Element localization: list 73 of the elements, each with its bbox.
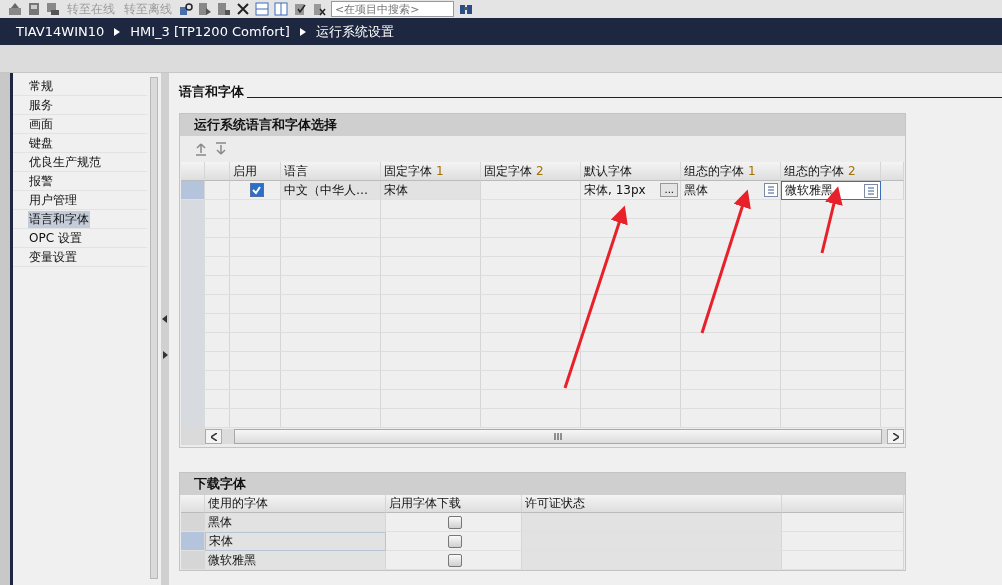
help-icon[interactable] xyxy=(179,2,193,16)
device-icon[interactable] xyxy=(27,2,41,16)
table-cell[interactable]: 宋体 xyxy=(205,532,386,551)
scrollbar[interactable] xyxy=(150,77,158,579)
table-cell: 中文（中华人… xyxy=(281,181,381,200)
breadcrumb-item[interactable]: 运行系统设置 xyxy=(315,22,394,41)
splitter-handle[interactable] xyxy=(161,73,169,585)
chevron-right-icon xyxy=(299,27,306,36)
chevron-right-icon xyxy=(892,432,899,441)
column-header[interactable]: 组态的字体 2 xyxy=(781,162,881,181)
breadcrumb-item[interactable]: HMI_3 [TP1200 Comfort] xyxy=(130,24,290,39)
column-header[interactable]: 组态的字体 1 xyxy=(681,162,781,181)
expand-right-icon[interactable] xyxy=(163,351,168,359)
checkbox[interactable] xyxy=(448,515,462,529)
delete-icon[interactable] xyxy=(312,2,326,16)
binoculars-icon[interactable] xyxy=(459,2,473,16)
table-cell[interactable]: 黑体 xyxy=(205,513,386,532)
table-row[interactable]: 黑体 xyxy=(181,513,904,532)
table-cell[interactable]: 微软雅黑 xyxy=(205,551,386,570)
table-cell: 宋体 xyxy=(381,181,481,200)
column-header[interactable]: 许可证状态 xyxy=(522,495,782,513)
runtime-icon[interactable] xyxy=(46,2,60,16)
nav-item[interactable]: 用户管理 xyxy=(28,191,78,209)
grip-icon xyxy=(554,433,562,440)
panel-title: 运行系统语言和字体选择 xyxy=(194,116,337,134)
panel-title: 下载字体 xyxy=(194,475,246,493)
table-row[interactable]: 微软雅黑 xyxy=(181,551,904,570)
nav-item[interactable]: 变量设置 xyxy=(28,248,78,266)
nav-item[interactable]: 优良生产规范 xyxy=(28,153,102,171)
column-header[interactable]: 使用的字体 xyxy=(205,495,386,513)
breadcrumb-item[interactable]: TIAV14WIN10 xyxy=(16,24,105,39)
nav-item[interactable]: OPC 设置 xyxy=(28,229,83,247)
check-icon[interactable] xyxy=(293,2,307,16)
nav-item[interactable]: 报警 xyxy=(28,172,54,190)
column-header[interactable]: 固定字体 2 xyxy=(481,162,581,181)
column-header[interactable]: 固定字体 1 xyxy=(381,162,481,181)
checkbox[interactable] xyxy=(249,183,264,197)
split-horizontal-icon[interactable] xyxy=(255,2,269,16)
split-vertical-icon[interactable] xyxy=(274,2,288,16)
browse-button[interactable]: ... xyxy=(660,183,678,197)
checkbox[interactable] xyxy=(448,553,462,567)
column-header[interactable]: 启用字体下载 xyxy=(386,495,522,513)
scroll-right-button[interactable] xyxy=(887,429,904,444)
scrollbar-corner xyxy=(181,428,205,445)
font-field[interactable]: 微软雅黑 xyxy=(781,181,881,200)
table-row[interactable]: 宋体 xyxy=(181,532,904,551)
table-cell: 宋体, 13px xyxy=(584,181,646,199)
scroll-left-button[interactable] xyxy=(205,429,222,444)
collapse-left-icon[interactable] xyxy=(162,315,167,323)
column-header[interactable]: 启用 xyxy=(230,162,281,181)
nav-item[interactable]: 常规 xyxy=(28,77,54,95)
nav-item[interactable]: 画面 xyxy=(28,115,54,133)
column-header[interactable]: 默认字体 xyxy=(581,162,681,181)
upload-icon[interactable] xyxy=(8,2,22,16)
stop-icon[interactable] xyxy=(217,2,231,16)
section-title: 语言和字体 xyxy=(179,83,244,101)
checkbox[interactable] xyxy=(448,534,462,548)
play-icon[interactable] xyxy=(198,2,212,16)
close-icon[interactable] xyxy=(236,2,250,16)
nav-item[interactable]: 键盘 xyxy=(28,134,54,152)
table-cell: 黑体 xyxy=(684,181,708,199)
column-header xyxy=(181,162,205,181)
list-icon[interactable] xyxy=(864,183,878,198)
move-up-icon[interactable] xyxy=(194,142,208,156)
annotation-arrow xyxy=(820,186,843,254)
nav-item[interactable]: 服务 xyxy=(28,96,54,114)
list-icon[interactable] xyxy=(764,183,778,197)
chevron-right-icon xyxy=(114,27,121,36)
column-header[interactable]: 语言 xyxy=(281,162,381,181)
chevron-left-icon xyxy=(210,432,217,441)
move-down-icon[interactable] xyxy=(214,142,228,156)
search-field[interactable]: <在项目中搜索> xyxy=(331,1,454,17)
nav-item[interactable]: 语言和字体 xyxy=(28,210,90,228)
